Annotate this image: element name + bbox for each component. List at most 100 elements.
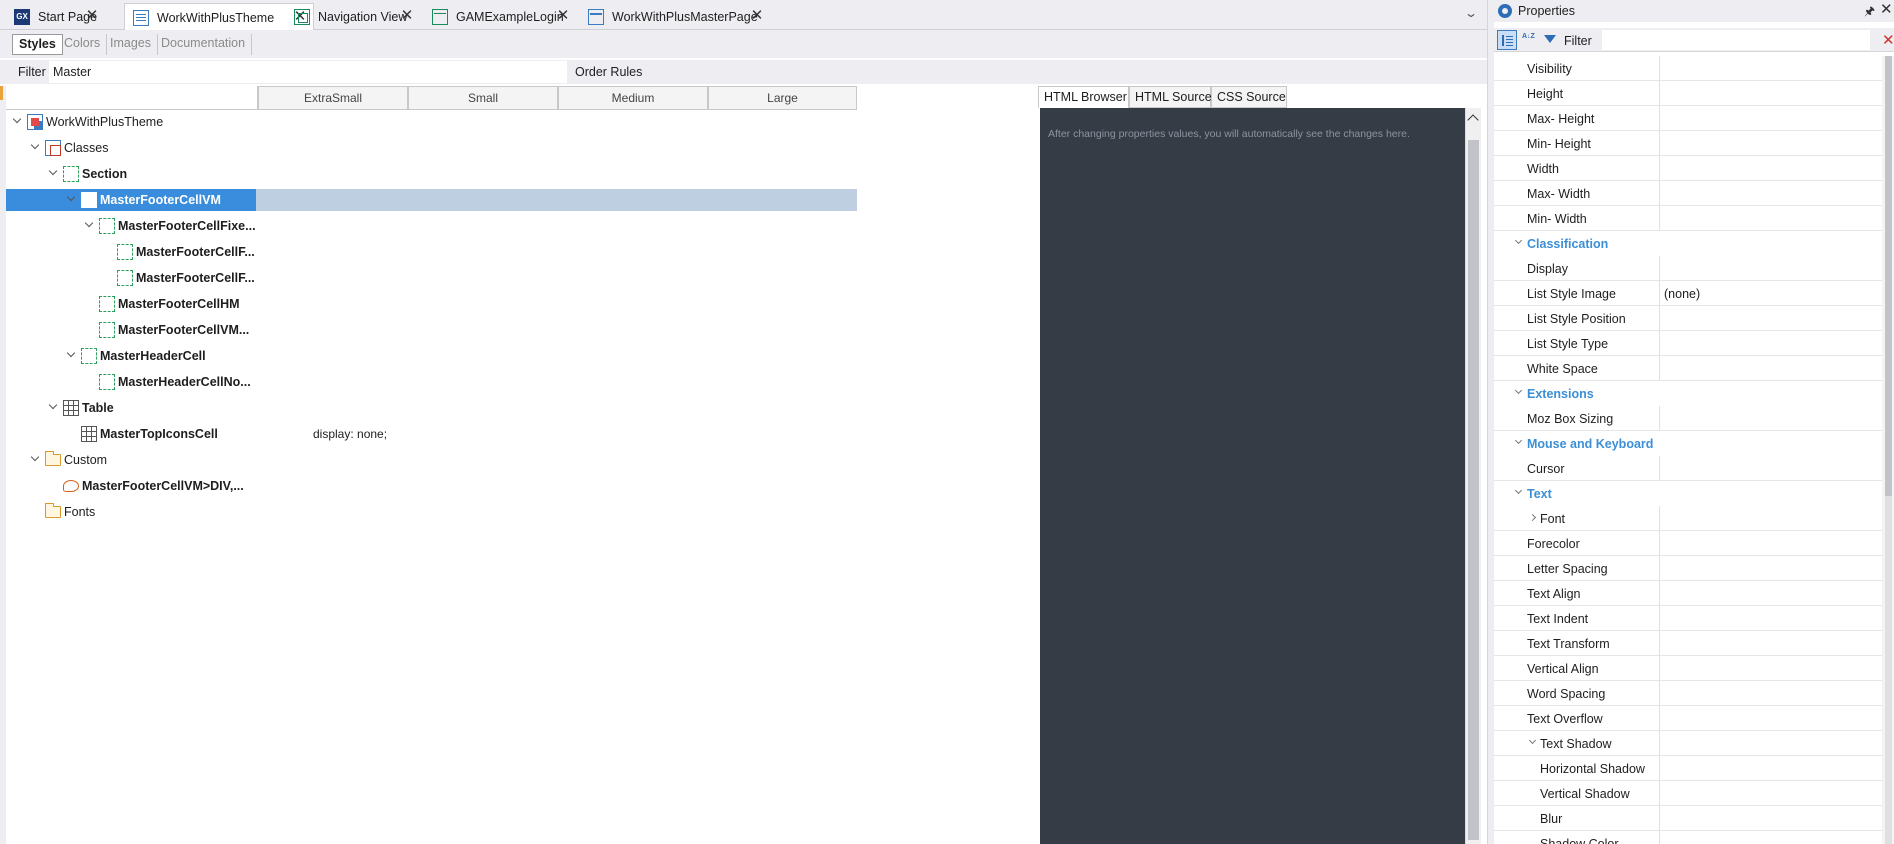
chevron-down-icon[interactable] bbox=[48, 401, 58, 411]
property-category-text[interactable]: Text bbox=[1494, 481, 1894, 506]
property-row-vertical-align[interactable]: Vertical Align bbox=[1494, 656, 1894, 681]
categorized-view-button[interactable] bbox=[1497, 30, 1517, 50]
property-row-font[interactable]: Font bbox=[1494, 506, 1894, 531]
pin-icon[interactable]: 🖈 bbox=[1864, 2, 1875, 23]
chevron-down-icon[interactable] bbox=[30, 141, 40, 151]
tree-node-custom[interactable]: Custom bbox=[6, 448, 857, 472]
chevron-down-icon[interactable] bbox=[1528, 736, 1537, 745]
property-row-display[interactable]: Display bbox=[1494, 256, 1894, 281]
tree-node-masterheadercellno[interactable]: MasterHeaderCellNo... bbox=[6, 370, 857, 394]
properties-title-bar: Properties 🖈 ✕ bbox=[1494, 0, 1894, 22]
property-row-list-style-type[interactable]: List Style Type bbox=[1494, 331, 1894, 356]
chevron-down-icon[interactable]: ⌄ bbox=[1464, 6, 1478, 20]
property-row-text-align[interactable]: Text Align bbox=[1494, 581, 1894, 606]
panel-splitter[interactable] bbox=[1487, 0, 1494, 844]
subtab-images[interactable]: Images bbox=[104, 34, 158, 55]
property-row-list-style-position[interactable]: List Style Position bbox=[1494, 306, 1894, 331]
subtab-colors[interactable]: Colors bbox=[58, 34, 108, 55]
property-category-extensions[interactable]: Extensions bbox=[1494, 381, 1894, 406]
subtab-styles[interactable]: Styles bbox=[12, 34, 63, 55]
scrollbar-thumb[interactable] bbox=[1885, 56, 1892, 496]
extrasmall-cell-value[interactable]: display: none; bbox=[313, 427, 387, 441]
property-row-text-shadow[interactable]: Text Shadow bbox=[1494, 731, 1894, 756]
tab-start-page[interactable]: GX Start Page ✕ bbox=[6, 3, 105, 30]
alphabetical-view-button[interactable]: A↓Z bbox=[1518, 30, 1538, 50]
property-row-white-space[interactable]: White Space bbox=[1494, 356, 1894, 381]
column-header-large[interactable]: Large bbox=[708, 86, 857, 110]
property-row-text-transform[interactable]: Text Transform bbox=[1494, 631, 1894, 656]
chevron-down-icon[interactable] bbox=[1514, 436, 1523, 445]
property-row-list-style-image[interactable]: List Style Image (none) bbox=[1494, 281, 1894, 306]
tree-node-masterfootercellhm[interactable]: MasterFooterCellHM bbox=[6, 292, 857, 316]
properties-filter-input[interactable] bbox=[1602, 30, 1870, 50]
chevron-down-icon[interactable] bbox=[66, 349, 76, 359]
tree-node-fonts[interactable]: Fonts bbox=[6, 500, 857, 524]
scrollbar-thumb[interactable] bbox=[1468, 140, 1479, 840]
property-row-forecolor[interactable]: Forecolor bbox=[1494, 531, 1894, 556]
tree-node-masterfootercellf-2[interactable]: MasterFooterCellF... bbox=[6, 266, 857, 290]
chevron-down-icon[interactable] bbox=[1514, 386, 1523, 395]
close-icon[interactable]: ✕ bbox=[85, 8, 99, 24]
property-category-classification[interactable]: Classification bbox=[1494, 231, 1894, 256]
column-header-small[interactable]: Small bbox=[408, 86, 558, 110]
property-row-text-indent[interactable]: Text Indent bbox=[1494, 606, 1894, 631]
property-row-visibility[interactable]: Visibility bbox=[1494, 56, 1894, 81]
chevron-down-icon[interactable] bbox=[1514, 236, 1523, 245]
tab-workwithplusmasterpage[interactable]: WorkWithPlusMasterPage ✕ bbox=[580, 3, 770, 30]
tree-node-section[interactable]: Section bbox=[6, 162, 857, 186]
chevron-up-icon[interactable] bbox=[1467, 114, 1479, 126]
tree-node-masterfootercellvm-2[interactable]: MasterFooterCellVM... bbox=[6, 318, 857, 342]
subtab-documentation[interactable]: Documentation bbox=[155, 34, 253, 55]
clear-filter-icon[interactable]: ✕ bbox=[1882, 31, 1894, 49]
tab-html-browser[interactable]: HTML Browser bbox=[1038, 86, 1129, 108]
property-row-height[interactable]: Height bbox=[1494, 81, 1894, 106]
property-row-width[interactable]: Width bbox=[1494, 156, 1894, 181]
chevron-down-icon[interactable] bbox=[1514, 486, 1523, 495]
property-row-max-width[interactable]: Max- Width bbox=[1494, 181, 1894, 206]
tab-css-source[interactable]: CSS Source bbox=[1211, 86, 1287, 108]
preview-scrollbar[interactable] bbox=[1465, 108, 1481, 844]
column-header-extrasmall[interactable]: ExtraSmall bbox=[258, 86, 408, 110]
chevron-down-icon[interactable] bbox=[30, 453, 40, 463]
chevron-down-icon[interactable] bbox=[12, 115, 22, 125]
property-value[interactable]: (none) bbox=[1664, 287, 1700, 301]
chevron-right-icon[interactable] bbox=[1528, 513, 1537, 522]
chevron-down-icon[interactable] bbox=[66, 193, 76, 203]
tree-node-masterfootercellf-1[interactable]: MasterFooterCellF... bbox=[6, 240, 857, 264]
close-icon[interactable]: ✕ bbox=[750, 8, 764, 24]
property-row-moz-box-sizing[interactable]: Moz Box Sizing bbox=[1494, 406, 1894, 431]
property-row-shadow-color[interactable]: Shadow Color bbox=[1494, 831, 1894, 844]
tree-node-theme[interactable]: WorkWithPlusTheme bbox=[6, 110, 857, 134]
property-row-blur[interactable]: Blur bbox=[1494, 806, 1894, 831]
properties-scrollbar[interactable] bbox=[1882, 56, 1894, 844]
tree-node-mastertopiconscell[interactable]: MasterTopIconsCell display: none; bbox=[6, 422, 857, 446]
filter-button[interactable] bbox=[1540, 30, 1560, 50]
chevron-down-icon[interactable] bbox=[48, 167, 58, 177]
column-header-medium[interactable]: Medium bbox=[558, 86, 708, 110]
property-row-min-height[interactable]: Min- Height bbox=[1494, 131, 1894, 156]
property-row-cursor[interactable]: Cursor bbox=[1494, 456, 1894, 481]
property-row-max-height[interactable]: Max- Height bbox=[1494, 106, 1894, 131]
tree-node-custom-rule[interactable]: MasterFooterCellVM>DIV,... bbox=[6, 474, 857, 498]
filter-input[interactable] bbox=[49, 61, 567, 83]
tab-navigation-view[interactable]: Navigation View ✕ bbox=[286, 3, 420, 30]
tree-node-classes[interactable]: Classes bbox=[6, 136, 857, 160]
property-row-vertical-shadow[interactable]: Vertical Shadow bbox=[1494, 781, 1894, 806]
tab-gamexamplelogin[interactable]: GAMExampleLogin ✕ bbox=[424, 3, 576, 30]
close-icon[interactable]: ✕ bbox=[400, 8, 414, 24]
property-row-word-spacing[interactable]: Word Spacing bbox=[1494, 681, 1894, 706]
close-icon[interactable]: ✕ bbox=[1880, 0, 1893, 18]
tree-node-masterfootercellvm[interactable]: MasterFooterCellVM bbox=[6, 188, 857, 212]
property-category-label: Mouse and Keyboard bbox=[1527, 437, 1654, 451]
close-icon[interactable]: ✕ bbox=[556, 8, 570, 24]
property-row-horizontal-shadow[interactable]: Horizontal Shadow bbox=[1494, 756, 1894, 781]
property-row-text-overflow[interactable]: Text Overflow bbox=[1494, 706, 1894, 731]
property-row-min-width[interactable]: Min- Width bbox=[1494, 206, 1894, 231]
tab-html-source[interactable]: HTML Source bbox=[1129, 86, 1212, 108]
tree-node-masterheadercell[interactable]: MasterHeaderCell bbox=[6, 344, 857, 368]
tree-node-masterfootercellfixe[interactable]: MasterFooterCellFixe... bbox=[6, 214, 857, 238]
tree-node-table[interactable]: Table bbox=[6, 396, 857, 420]
property-row-letter-spacing[interactable]: Letter Spacing bbox=[1494, 556, 1894, 581]
chevron-down-icon[interactable] bbox=[84, 219, 94, 229]
property-category-mouse-and-keyboard[interactable]: Mouse and Keyboard bbox=[1494, 431, 1894, 456]
